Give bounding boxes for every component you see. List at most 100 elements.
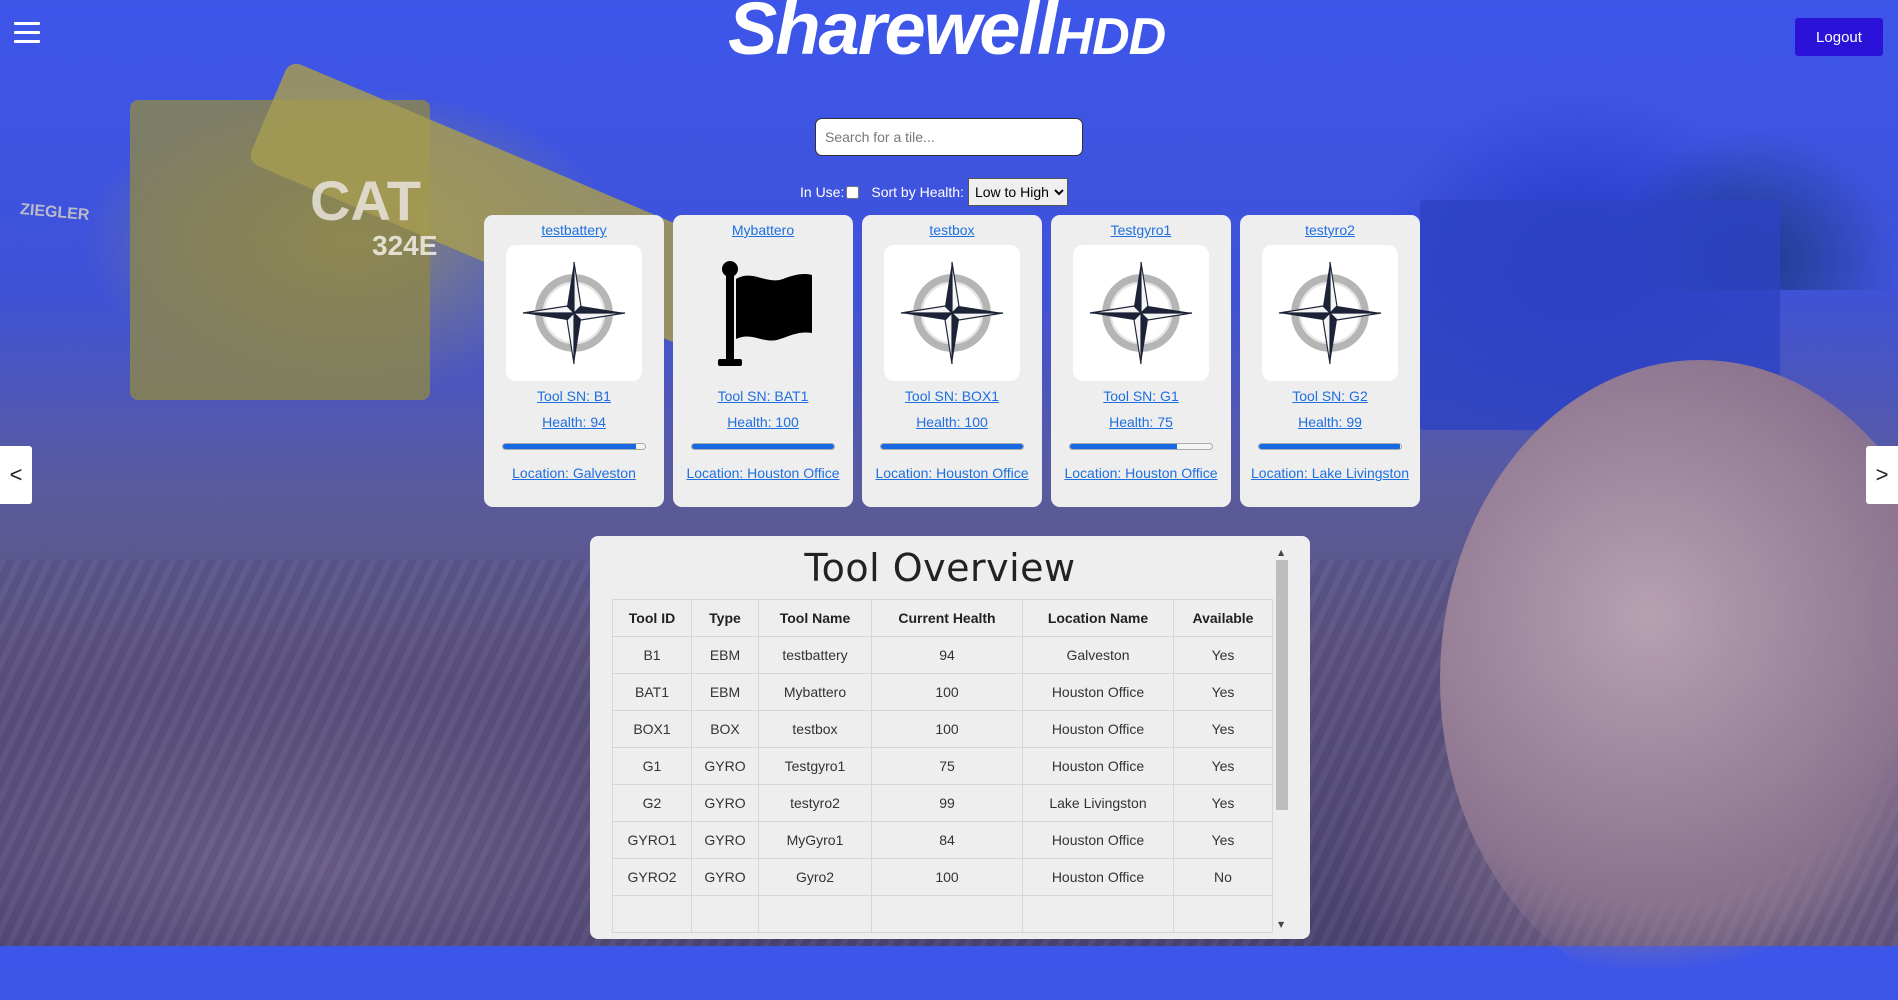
tool-tile[interactable]: Testgyro1 Tool SN: G1 Health: 75 Locatio… xyxy=(1051,215,1231,507)
column-header[interactable]: Tool Name xyxy=(758,599,872,637)
table-row[interactable]: GYRO1 GYRO MyGyro1 84 Houston Office Yes xyxy=(612,821,1273,859)
tile-location-link[interactable]: Location: Houston Office xyxy=(673,463,853,484)
tile-name-link[interactable]: Mybattero xyxy=(673,221,853,239)
cell-location: Houston Office xyxy=(1022,673,1174,711)
table-row-partial[interactable] xyxy=(612,895,1273,933)
cell-available: No xyxy=(1173,858,1273,896)
tile-location-link[interactable]: Location: Lake Livingston xyxy=(1240,463,1420,484)
cell-available: Yes xyxy=(1173,710,1273,748)
cell-tool-id: GYRO2 xyxy=(612,858,692,896)
tool-overview-table: Tool ID Type Tool Name Current Health Lo… xyxy=(612,599,1273,933)
cell-tool-name: Mybattero xyxy=(758,673,872,711)
cell-health: 100 xyxy=(871,673,1023,711)
cell-empty xyxy=(691,895,759,933)
column-header[interactable]: Current Health xyxy=(871,599,1023,637)
search-input[interactable] xyxy=(815,118,1083,156)
column-header[interactable]: Location Name xyxy=(1022,599,1174,637)
table-row[interactable]: BOX1 BOX testbox 100 Houston Office Yes xyxy=(612,710,1273,748)
health-bar xyxy=(880,443,1024,450)
table-row[interactable]: GYRO2 GYRO Gyro2 100 Houston Office No xyxy=(612,858,1273,896)
cell-location: Houston Office xyxy=(1022,821,1174,859)
cell-type: GYRO xyxy=(691,747,759,785)
overview-scrollbar[interactable]: ▲ ▼ xyxy=(1276,548,1288,929)
background-cat-logo: CAT xyxy=(310,169,421,232)
overview-title: Tool Overview xyxy=(804,546,1076,590)
carousel-next-button[interactable]: > xyxy=(1866,446,1898,504)
tool-tile[interactable]: testyro2 Tool SN: G2 Health: 99 Location… xyxy=(1240,215,1420,507)
cell-health: 94 xyxy=(871,636,1023,674)
tile-name-link[interactable]: testyro2 xyxy=(1240,221,1420,239)
carousel-prev-button[interactable]: < xyxy=(0,446,32,504)
background-cat-model: 324E xyxy=(372,230,438,261)
background-trees xyxy=(1610,130,1898,290)
background-truck xyxy=(1420,200,1780,430)
tile-health-link[interactable]: Health: 100 xyxy=(862,413,1042,431)
tile-health-link[interactable]: Health: 99 xyxy=(1240,413,1420,431)
logout-button[interactable]: Logout xyxy=(1795,18,1883,56)
tile-location-link[interactable]: Location: Houston Office xyxy=(1051,463,1231,484)
tool-tile[interactable]: testbox Tool SN: BOX1 Health: 100 Locati… xyxy=(862,215,1042,507)
cell-available: Yes xyxy=(1173,821,1273,859)
sort-health-select[interactable]: Low to High xyxy=(967,178,1068,206)
tool-tile[interactable]: testbattery Tool SN: B1 Health: 94 Locat… xyxy=(484,215,664,507)
cell-location: Houston Office xyxy=(1022,747,1174,785)
tile-location-link[interactable]: Location: Galveston xyxy=(484,463,664,484)
cell-health: 84 xyxy=(871,821,1023,859)
table-row[interactable]: B1 EBM testbattery 94 Galveston Yes xyxy=(612,636,1273,674)
column-header[interactable]: Available xyxy=(1173,599,1273,637)
background-rock xyxy=(1440,360,1898,1000)
tile-health-link[interactable]: Health: 75 xyxy=(1051,413,1231,431)
health-bar xyxy=(1069,443,1213,450)
column-header[interactable]: Type xyxy=(691,599,759,637)
cell-type: GYRO xyxy=(691,821,759,859)
tool-tile[interactable]: Mybattero Tool SN: BAT1 Health: 100 Loca… xyxy=(673,215,853,507)
cell-empty xyxy=(871,895,1023,933)
tile-sn-link[interactable]: Tool SN: G2 xyxy=(1240,387,1420,405)
background-ziegler-text: ZIEGLER xyxy=(19,201,90,224)
hamburger-menu-icon[interactable] xyxy=(14,22,40,46)
cell-tool-name: Gyro2 xyxy=(758,858,872,896)
filter-bar: In Use: Sort by Health: Low to High xyxy=(800,178,1068,206)
cell-empty xyxy=(758,895,872,933)
tile-sn-link[interactable]: Tool SN: G1 xyxy=(1051,387,1231,405)
tile-health-link[interactable]: Health: 100 xyxy=(673,413,853,431)
tile-sn-link[interactable]: Tool SN: BAT1 xyxy=(673,387,853,405)
health-bar-fill xyxy=(1070,444,1177,449)
cell-tool-name: testbattery xyxy=(758,636,872,674)
tile-sn-link[interactable]: Tool SN: B1 xyxy=(484,387,664,405)
cell-tool-name: Testgyro1 xyxy=(758,747,872,785)
scroll-up-arrow-icon[interactable]: ▲ xyxy=(1278,548,1284,557)
compass-rose-icon xyxy=(1262,245,1398,381)
cell-tool-id: B1 xyxy=(612,636,692,674)
cell-type: EBM xyxy=(691,636,759,674)
cell-type: EBM xyxy=(691,673,759,711)
compass-rose-icon xyxy=(884,245,1020,381)
scroll-down-arrow-icon[interactable]: ▼ xyxy=(1278,920,1284,929)
cell-available: Yes xyxy=(1173,636,1273,674)
cell-tool-id: BAT1 xyxy=(612,673,692,711)
cell-type: BOX xyxy=(691,710,759,748)
tile-sn-link[interactable]: Tool SN: BOX1 xyxy=(862,387,1042,405)
tile-name-link[interactable]: Testgyro1 xyxy=(1051,221,1231,239)
table-row[interactable]: BAT1 EBM Mybattero 100 Houston Office Ye… xyxy=(612,673,1273,711)
cell-empty xyxy=(1173,895,1273,933)
tile-location-link[interactable]: Location: Houston Office xyxy=(862,463,1042,484)
scrollbar-thumb[interactable] xyxy=(1276,560,1288,810)
tool-overview-panel[interactable]: Tool Overview Tool ID Type Tool Name Cur… xyxy=(590,536,1310,939)
table-row[interactable]: G2 GYRO testyro2 99 Lake Livingston Yes xyxy=(612,784,1273,822)
sort-health-label: Sort by Health: xyxy=(871,184,964,200)
tile-name-link[interactable]: testbox xyxy=(862,221,1042,239)
health-bar xyxy=(1258,443,1402,450)
in-use-checkbox[interactable] xyxy=(846,185,860,199)
compass-rose-icon xyxy=(1073,245,1209,381)
tile-name-link[interactable]: testbattery xyxy=(484,221,664,239)
cell-health: 75 xyxy=(871,747,1023,785)
table-row[interactable]: G1 GYRO Testgyro1 75 Houston Office Yes xyxy=(612,747,1273,785)
tile-health-link[interactable]: Health: 94 xyxy=(484,413,664,431)
health-bar-fill xyxy=(881,444,1023,449)
cell-tool-name: MyGyro1 xyxy=(758,821,872,859)
column-header[interactable]: Tool ID xyxy=(612,599,692,637)
background-excavator-body xyxy=(130,100,430,400)
cell-type: GYRO xyxy=(691,784,759,822)
cell-health: 100 xyxy=(871,710,1023,748)
